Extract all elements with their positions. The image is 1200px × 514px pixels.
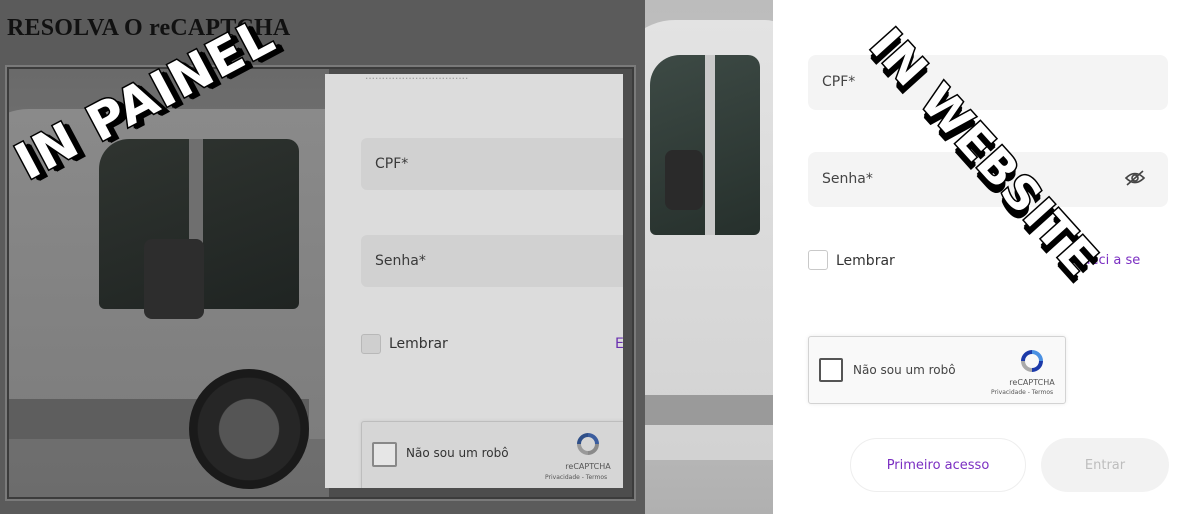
painel-truncated-text: ............................... (365, 74, 469, 82)
painel-recaptcha-brand: reCAPTCHA (565, 462, 611, 471)
painel-recaptcha-widget: Não sou um robô reCAPTCHA Privacidade - … (361, 421, 623, 488)
painel-recaptcha-label: Não sou um robô (406, 446, 509, 460)
website-cpf-field[interactable]: CPF* (808, 55, 1168, 110)
website-recaptcha-checkbox[interactable] (819, 358, 843, 382)
entrar-button[interactable]: Entrar (1041, 438, 1169, 492)
website-login-form: CPF* Senha* Lembrar Esqueci a se Não sou… (773, 0, 1200, 514)
website-lembrar-label: Lembrar (836, 253, 895, 269)
website-recaptcha-brand: reCAPTCHA (1009, 378, 1055, 387)
painel-forgot-link[interactable]: E (615, 336, 623, 352)
painel-login-form: ............................... CPF* Sen… (325, 74, 623, 488)
painel-senha-label: Senha* (375, 253, 426, 269)
website-recaptcha-widget: Não sou um robô reCAPTCHA Privacidade - … (808, 336, 1066, 404)
painel-cpf-field[interactable]: CPF* (361, 138, 623, 190)
recaptcha-logo-icon (1021, 350, 1043, 372)
painel-recaptcha-links[interactable]: Privacidade - Termos (545, 474, 607, 481)
painel-cpf-label: CPF* (375, 156, 409, 172)
website-senha-label: Senha* (822, 171, 873, 187)
recaptcha-logo-icon (577, 433, 599, 455)
painel-screenshot: RESOLVA O reCAPTCHA ....................… (0, 0, 645, 514)
website-recaptcha-label: Não sou um robô (853, 363, 956, 377)
website-lembrar-checkbox[interactable] (808, 250, 828, 270)
van-background-image (645, 0, 773, 514)
painel-lembrar-checkbox[interactable] (361, 334, 381, 354)
primeiro-acesso-button[interactable]: Primeiro acesso (850, 438, 1026, 492)
website-cpf-label: CPF* (822, 74, 856, 90)
painel-recaptcha-checkbox[interactable] (372, 442, 397, 467)
painel-lembrar-label: Lembrar (389, 336, 448, 352)
website-recaptcha-links[interactable]: Privacidade - Termos (991, 389, 1053, 396)
eye-slash-icon[interactable] (1124, 169, 1146, 187)
painel-senha-field[interactable]: Senha* (361, 235, 623, 287)
